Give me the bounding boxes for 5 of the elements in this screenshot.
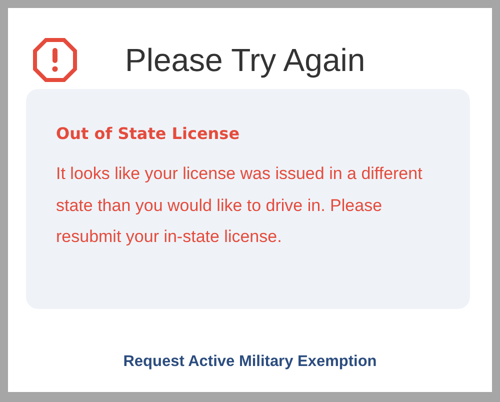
dialog-title: Please Try Again bbox=[125, 44, 366, 76]
exemption-link[interactable]: Request Active Military Exemption bbox=[123, 353, 377, 370]
error-heading: Out of State License bbox=[56, 123, 241, 145]
error-message: It looks like your license was issued in a different state than you would like to drive in. Please resubmit your in-state license. bbox=[56, 163, 424, 248]
warning-icon bbox=[33, 38, 77, 82]
